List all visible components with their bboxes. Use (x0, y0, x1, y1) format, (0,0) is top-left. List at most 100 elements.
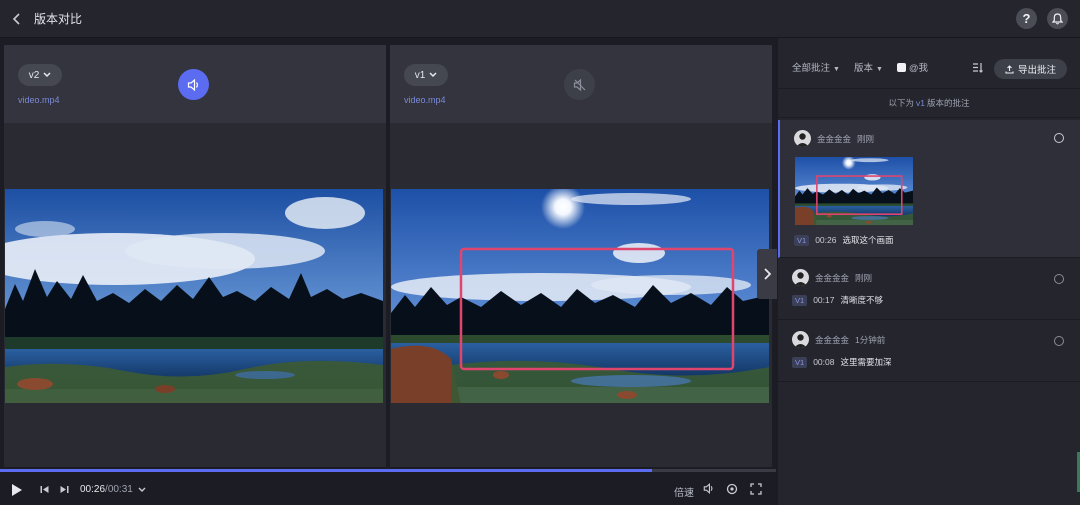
chevron-down-icon (43, 72, 51, 78)
resolve-radio[interactable] (1054, 336, 1064, 346)
comment-timestamp[interactable]: 00:08 (813, 357, 834, 367)
volume-button[interactable] (703, 483, 715, 494)
filename-right: video.mp4 (404, 95, 446, 105)
version-note: 以下为 v1 版本的批注 (778, 88, 1080, 118)
top-actions: ? (1016, 8, 1068, 29)
comment-text: 清晰度不够 (840, 295, 883, 305)
comment-author: 金金金金 (815, 272, 850, 283)
play-icon (12, 483, 22, 496)
app-root: 版本对比 ? v2 video.mp4 v1 video.mp4 00:26/0… (0, 0, 1080, 505)
video-frame-right[interactable] (391, 189, 769, 403)
next-frame-button[interactable] (54, 474, 74, 505)
comment-filters: 全部批注 ▼ 版本 ▼ @我 (792, 60, 928, 74)
filter-label: 全部批注 (792, 63, 831, 74)
checkbox[interactable] (896, 63, 906, 72)
video-frame-left[interactable] (5, 189, 383, 403)
resolve-radio[interactable] (1054, 274, 1064, 284)
comment-item[interactable]: 金金金金 刚刚 V1 00:26 选取这个画面 (778, 120, 1080, 258)
sidebar-toggle[interactable] (757, 249, 777, 299)
speaker-muted-icon (573, 78, 585, 91)
version-badge: V1 (792, 294, 808, 306)
filter-label: 版本 (853, 63, 873, 74)
comment-timestamp[interactable]: 00:26 (815, 235, 836, 245)
export-label: 导出批注 (1017, 65, 1056, 76)
note-suffix: 版本的批注 (926, 98, 970, 108)
page-title: 版本对比 (34, 12, 83, 26)
total-time: 00:31 (107, 484, 133, 495)
sort-icon[interactable] (972, 62, 983, 73)
chevron-down-icon (429, 72, 437, 78)
comment-time: 刚刚 (857, 133, 875, 144)
comment-header: 金金金金 刚刚 (794, 130, 874, 147)
volume-button-left[interactable] (178, 69, 209, 100)
version-badge: V1 (792, 356, 808, 368)
notification-button[interactable] (1047, 8, 1068, 29)
comment-text: 这里需要加深 (840, 357, 892, 367)
comment-author: 金金金金 (817, 133, 852, 144)
progress-bar[interactable] (0, 469, 776, 472)
comment-timestamp[interactable]: 00:17 (813, 295, 834, 305)
player-controls: 00:26/00:31 倍速 (0, 474, 776, 505)
comment-item[interactable]: 金金金金 1分钟前 V1 00:08 这里需要加深 (778, 321, 1080, 382)
volume-button-right[interactable] (564, 69, 595, 100)
skip-forward-icon (60, 486, 68, 493)
skip-back-icon (40, 486, 48, 493)
upload-icon (1005, 64, 1014, 74)
top-bar: 版本对比 ? (0, 0, 1080, 38)
comment-header: 金金金金 刚刚 (792, 269, 872, 286)
comment-header: 金金金金 1分钟前 (792, 331, 885, 348)
version-select-left[interactable]: v2 (18, 64, 62, 86)
filename-left: video.mp4 (18, 95, 60, 105)
comment-text: 选取这个画面 (842, 235, 894, 245)
video-pane-left: v2 video.mp4 (4, 45, 386, 467)
note-prefix: 以下为 (888, 98, 914, 108)
settings-icon (726, 483, 738, 495)
help-button[interactable]: ? (1016, 8, 1037, 29)
comments-sidebar: 全部批注▼ 版本▼ @我 导出批注 以下为v1版本的批注 金金金金 刚刚 (778, 38, 1080, 505)
fullscreen-button[interactable] (750, 483, 762, 495)
resolve-radio[interactable] (1054, 133, 1064, 143)
comment-time: 1分钟前 (855, 334, 886, 345)
comment-author: 金金金金 (815, 334, 850, 345)
filter-all-comments[interactable]: 全部批注 ▼ (792, 60, 840, 74)
speaker-icon (187, 78, 198, 91)
user-icon (796, 133, 809, 147)
speed-button[interactable]: 倍速 (674, 484, 694, 499)
user-icon (794, 334, 807, 348)
avatar (792, 331, 809, 348)
comment-meta: V1 00:08 这里需要加深 (792, 356, 891, 368)
user-icon (794, 272, 807, 286)
time-dropdown[interactable] (135, 474, 149, 505)
comment-item[interactable]: 金金金金 刚刚 V1 00:17 清晰度不够 (778, 259, 1080, 320)
comment-thumbnail[interactable] (795, 157, 913, 225)
speaker-icon (703, 483, 713, 494)
filter-label: @我 (908, 63, 929, 74)
time-display: 00:26/00:31 (80, 484, 133, 495)
export-comments-button[interactable]: 导出批注 (994, 59, 1067, 79)
version-badge: V1 (794, 234, 810, 246)
video-pane-right: v1 video.mp4 (390, 45, 772, 467)
pane-header: v1 video.mp4 (390, 45, 772, 123)
fullscreen-icon (750, 483, 762, 495)
comment-meta: V1 00:26 选取这个画面 (794, 234, 893, 246)
version-label: v2 (28, 69, 40, 81)
filter-version[interactable]: 版本 ▼ (854, 60, 883, 74)
avatar (792, 269, 809, 286)
avatar (794, 130, 811, 147)
play-button[interactable] (0, 474, 34, 505)
pane-header: v2 video.mp4 (4, 45, 386, 123)
current-time: 00:26 (80, 484, 106, 495)
previous-frame-button[interactable] (34, 474, 54, 505)
comment-time: 刚刚 (855, 272, 873, 283)
progress-fill (0, 469, 652, 472)
chevron-right-icon (764, 268, 771, 280)
version-select-right[interactable]: v1 (404, 64, 448, 86)
caret-down-icon: ▼ (833, 66, 840, 73)
chevron-left-icon (12, 12, 20, 25)
filter-mention-me[interactable]: @我 (896, 60, 929, 74)
note-version: v1 (916, 98, 925, 108)
settings-button[interactable] (726, 483, 738, 495)
back-button[interactable] (0, 0, 34, 38)
comment-meta: V1 00:17 清晰度不够 (792, 294, 883, 306)
chevron-down-icon (138, 487, 146, 492)
